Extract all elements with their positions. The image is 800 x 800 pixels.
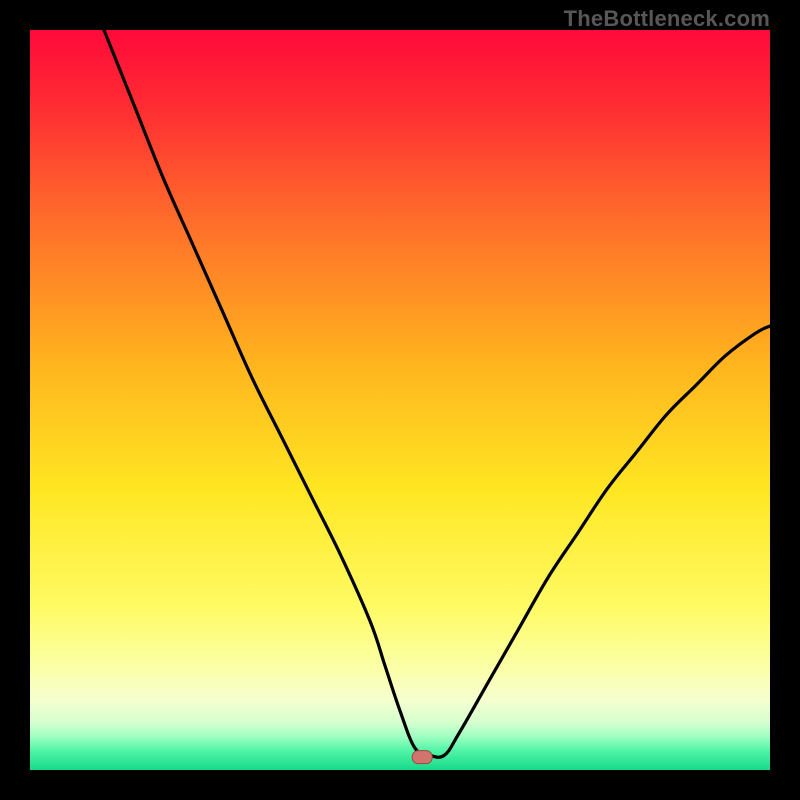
chart-frame: TheBottleneck.com xyxy=(0,0,800,800)
watermark-text: TheBottleneck.com xyxy=(564,6,770,32)
gradient-background xyxy=(30,30,770,770)
optimum-marker xyxy=(412,751,432,764)
chart-svg xyxy=(30,30,770,770)
plot-area xyxy=(30,30,770,770)
